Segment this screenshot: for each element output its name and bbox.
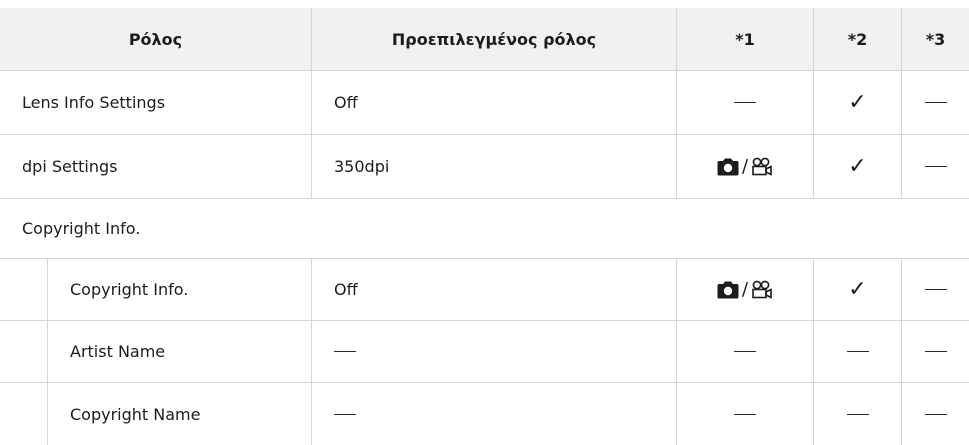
- col3-cell: [902, 135, 969, 198]
- header-col2: *2: [814, 8, 902, 70]
- indent-cell: [0, 383, 48, 445]
- check-icon: ✓: [848, 154, 867, 179]
- col3-cell: [902, 71, 969, 134]
- slash-separator: /: [741, 156, 749, 177]
- header-col1-label: *1: [735, 29, 755, 49]
- section-row: Copyright Info.: [0, 199, 969, 259]
- dash-icon: [846, 351, 869, 352]
- role-label: dpi Settings: [22, 157, 118, 176]
- camera-movie-icons: /: [717, 156, 773, 177]
- table-row: Copyright Name: [0, 383, 969, 445]
- role-cell: Copyright Info.: [48, 259, 312, 320]
- col2-cell: ✓: [814, 71, 902, 134]
- default-cell: Off: [312, 259, 677, 320]
- col1-cell: /: [677, 135, 814, 198]
- col1-cell: [677, 321, 814, 382]
- role-label: Copyright Info.: [70, 280, 189, 299]
- col3-cell: [902, 321, 969, 382]
- table-row: Artist Name: [0, 321, 969, 383]
- dash-icon: [924, 166, 947, 167]
- dash-icon: [924, 102, 947, 103]
- movie-icon: [752, 157, 772, 176]
- header-col2-label: *2: [847, 29, 868, 49]
- default-cell: [312, 321, 677, 382]
- col2-cell: [814, 383, 902, 445]
- col2-cell: ✓: [814, 135, 902, 198]
- section-label-cell: Copyright Info.: [0, 199, 140, 258]
- header-role: Ρόλος: [0, 8, 312, 70]
- indent-cell: [0, 259, 48, 320]
- table-row: Lens Info Settings Off ✓: [0, 71, 969, 135]
- role-cell: Artist Name: [48, 321, 312, 382]
- header-col1: *1: [677, 8, 814, 70]
- dash-icon: [734, 351, 756, 352]
- check-icon: ✓: [848, 90, 867, 115]
- dash-icon: [734, 102, 756, 103]
- default-cell: Off: [312, 71, 677, 134]
- col2-cell: [814, 321, 902, 382]
- section-label: Copyright Info.: [22, 219, 141, 238]
- dash-icon: [924, 413, 947, 415]
- col2-cell: ✓: [814, 259, 902, 320]
- default-value: 350dpi: [334, 157, 390, 176]
- dash-icon: [846, 413, 869, 415]
- role-label: Lens Info Settings: [22, 93, 166, 112]
- col1-cell: /: [677, 259, 814, 320]
- camera-icon: [717, 281, 739, 298]
- col3-cell: [902, 259, 969, 320]
- header-role-label: Ρόλος: [128, 29, 183, 49]
- role-label: Copyright Name: [70, 404, 201, 424]
- dash-icon: [924, 289, 947, 290]
- default-value: Off: [334, 93, 358, 112]
- dash-icon: [924, 351, 947, 352]
- dash-icon: [734, 413, 756, 415]
- col3-cell: [902, 383, 969, 445]
- camera-icon: [717, 158, 739, 175]
- indent-cell: [0, 321, 48, 382]
- header-default: Προεπιλεγμένος ρόλος: [312, 8, 677, 70]
- role-cell: Lens Info Settings: [0, 71, 312, 134]
- role-label: Artist Name: [70, 342, 166, 361]
- default-cell: 350dpi: [312, 135, 677, 198]
- default-cell: [312, 383, 677, 445]
- table-row: Copyright Info. Off / ✓: [0, 259, 969, 321]
- dash-icon: [334, 351, 356, 352]
- col1-cell: [677, 383, 814, 445]
- role-cell: Copyright Name: [48, 383, 312, 445]
- col1-cell: [677, 71, 814, 134]
- table-row: dpi Settings 350dpi / ✓: [0, 135, 969, 199]
- role-cell: dpi Settings: [0, 135, 312, 198]
- header-col3: *3: [902, 8, 969, 70]
- default-value: Off: [334, 280, 358, 299]
- camera-movie-icons: /: [717, 279, 773, 300]
- header-col3-label: *3: [925, 29, 946, 49]
- settings-table: Ρόλος Προεπιλεγμένος ρόλος *1 *2 *3 Lens…: [0, 8, 969, 445]
- header-default-label: Προεπιλεγμένος ρόλος: [391, 29, 597, 49]
- check-icon: ✓: [848, 277, 867, 302]
- movie-icon: [752, 280, 772, 299]
- dash-icon: [334, 413, 356, 415]
- table-header: Ρόλος Προεπιλεγμένος ρόλος *1 *2 *3: [0, 8, 969, 71]
- slash-separator: /: [741, 279, 749, 300]
